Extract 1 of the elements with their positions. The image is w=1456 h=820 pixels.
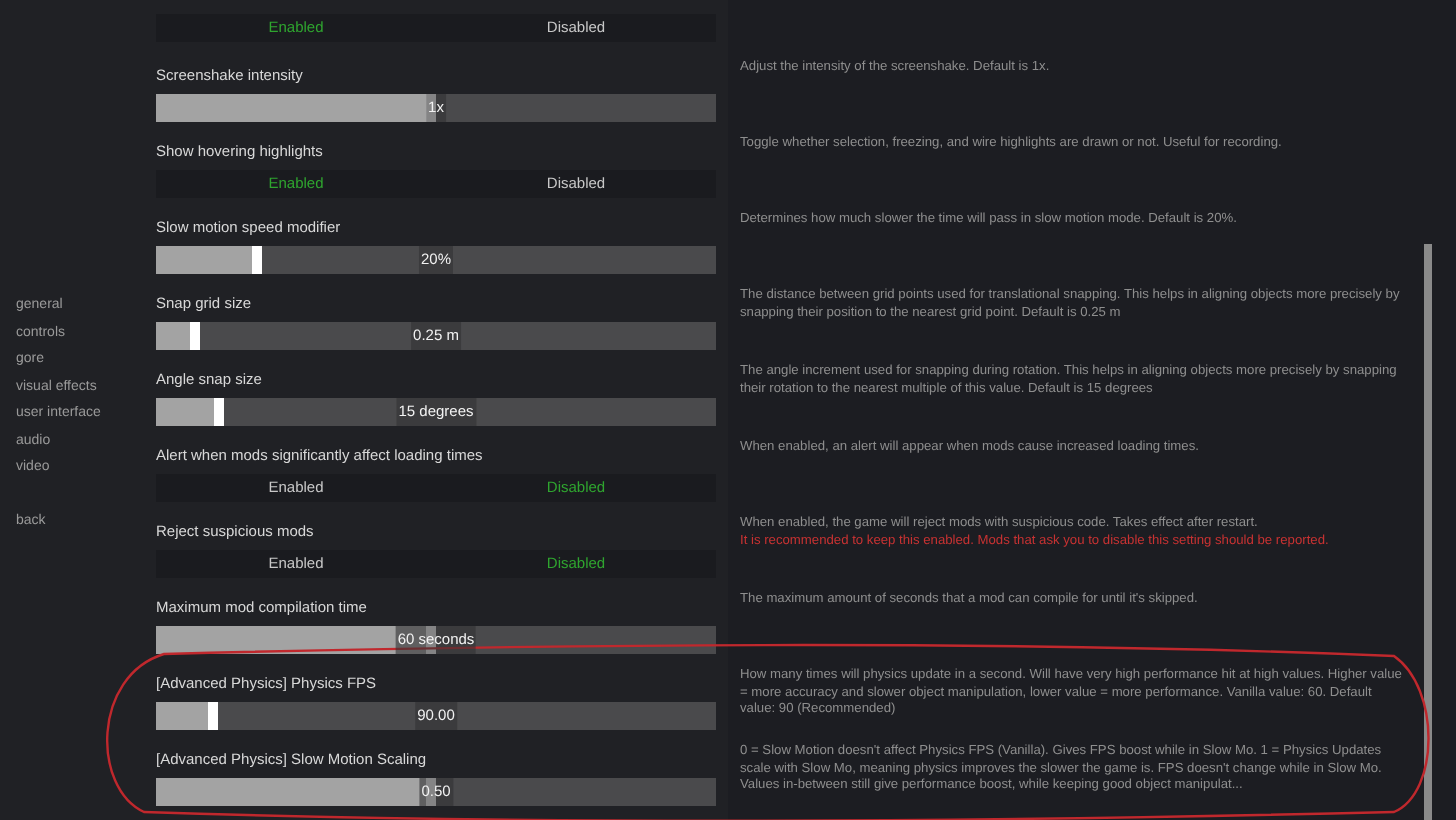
scrollbar[interactable]	[1424, 244, 1432, 820]
